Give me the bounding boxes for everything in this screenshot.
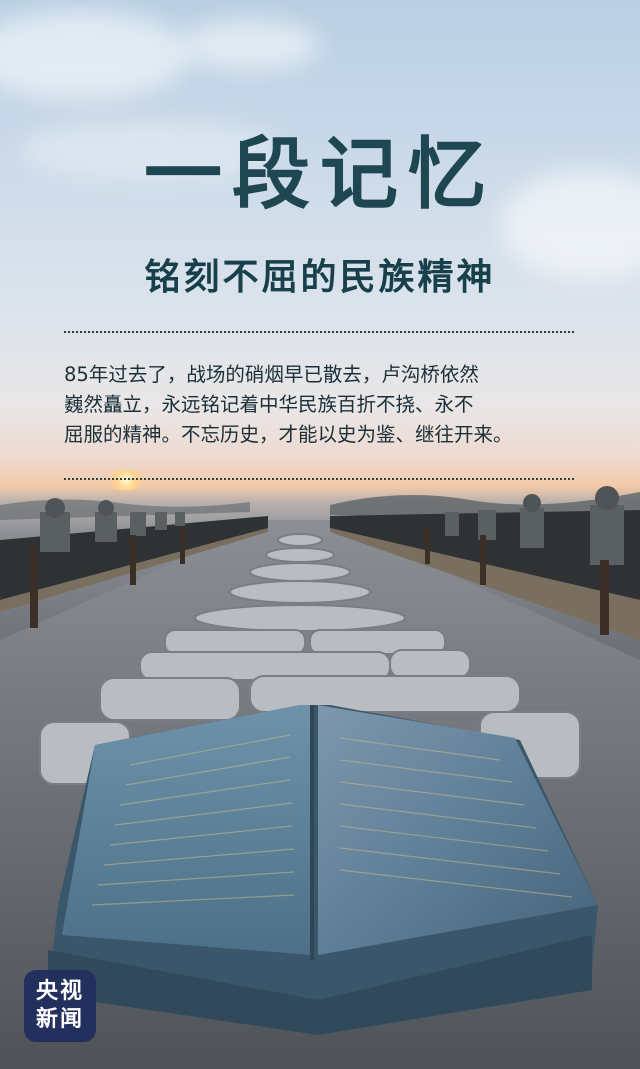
paragraph-line: 屈服的精神。不忘历史，才能以史为鉴、继往开来。 bbox=[64, 423, 513, 446]
poster-subtitle: 铭刻不屈的民族精神 bbox=[144, 257, 496, 298]
poster: 一段记忆 铭刻不屈的民族精神 85年过去了，战场的硝烟早已散去，卢沟桥依然 巍然… bbox=[0, 0, 640, 1069]
bottom-divider bbox=[64, 478, 574, 480]
paragraph-line: 85年过去了，战场的硝烟早已散去，卢沟桥依然 bbox=[64, 363, 479, 386]
stone-book-monument bbox=[48, 705, 598, 1035]
body-paragraph: 85年过去了，战场的硝烟早已散去，卢沟桥依然 巍然矗立，永远铭记着中华民族百折不… bbox=[64, 360, 584, 450]
cctv-news-logo: 央视 新闻 bbox=[24, 970, 96, 1042]
paragraph-line: 巍然矗立，永远铭记着中华民族百折不挠、永不 bbox=[64, 393, 474, 416]
logo-line: 新闻 bbox=[35, 1007, 84, 1032]
top-divider bbox=[64, 331, 574, 333]
logo-line: 央视 bbox=[35, 979, 84, 1004]
poster-title: 一段记忆 bbox=[143, 129, 496, 220]
